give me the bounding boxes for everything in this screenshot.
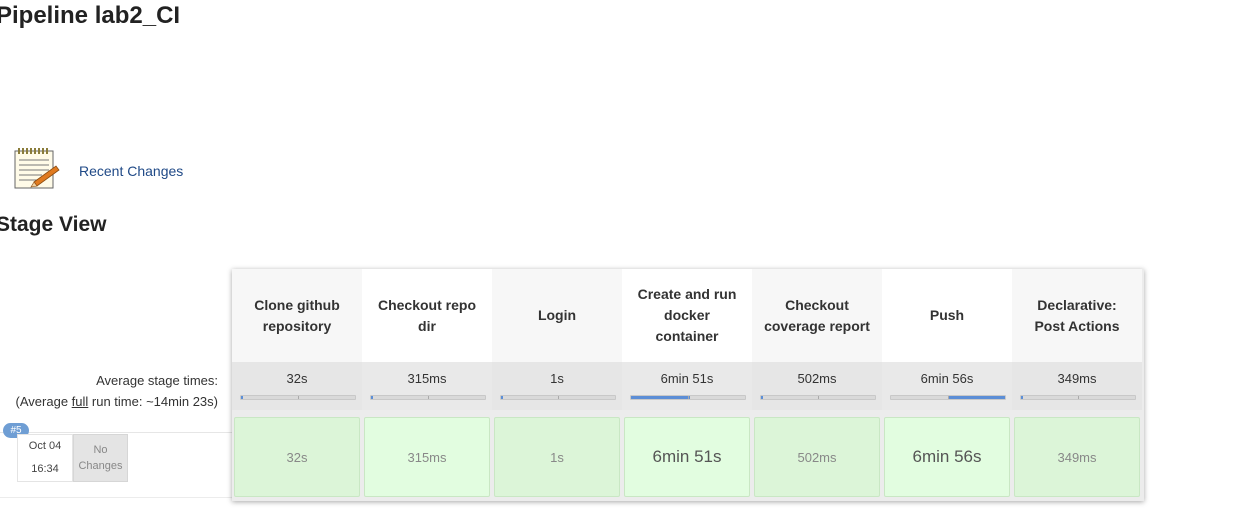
page-title: Pipeline lab2_CI [0, 2, 181, 29]
stage-average-bar-mid [298, 396, 299, 399]
stage-column: Push 6min 56s 6min 56s [882, 269, 1012, 501]
stage-column: Declarative: Post Actions 349ms 349ms [1012, 269, 1142, 501]
stage-column: Checkout repo dir 315ms 315ms [362, 269, 492, 501]
stage-run-cell[interactable]: 349ms [1014, 417, 1140, 497]
stage-average-bar-mid [428, 396, 429, 399]
stage-header: Checkout repo dir [362, 269, 492, 362]
stage-header: Push [882, 269, 1012, 362]
stage-header: Checkout coverage report [752, 269, 882, 362]
stage-run-cell[interactable]: 6min 51s [624, 417, 750, 497]
stage-run-cell[interactable]: 502ms [754, 417, 880, 497]
average-stage-times-label: Average stage times: (Average full run t… [0, 370, 218, 412]
stage-average-bar-mid [688, 396, 689, 399]
stage-run-cell[interactable]: 32s [234, 417, 360, 497]
stage-average: 315ms [362, 362, 492, 410]
stage-average-bar [760, 395, 876, 400]
stage-average: 6min 51s [622, 362, 752, 410]
stage-average: 32s [232, 362, 362, 410]
stage-average-bar-mid [948, 396, 949, 399]
stage-average-bar-fill [1021, 396, 1023, 399]
stage-header: Login [492, 269, 622, 362]
stage-run-cell[interactable]: 315ms [364, 417, 490, 497]
recent-changes-link[interactable]: Recent Changes [79, 163, 183, 179]
stage-average-time: 502ms [797, 371, 837, 386]
stage-view-table: Clone github repository 32s 32s Checkout… [232, 269, 1144, 501]
stage-average-bar [500, 395, 616, 400]
stage-average-bar [630, 395, 746, 400]
stage-average-bar-fill [501, 396, 503, 399]
stage-column: Create and run docker container 6min 51s… [622, 269, 752, 501]
stage-average-time: 315ms [407, 371, 447, 386]
stage-average: 502ms [752, 362, 882, 410]
build-changes[interactable]: No Changes [73, 434, 128, 482]
stage-average: 349ms [1012, 362, 1142, 410]
stage-average-time: 349ms [1057, 371, 1097, 386]
stage-header: Clone github repository [232, 269, 362, 362]
stage-average-bar [240, 395, 356, 400]
stage-run-cell[interactable]: 6min 56s [884, 417, 1010, 497]
stage-column: Login 1s 1s [492, 269, 622, 501]
full-link[interactable]: full [72, 394, 89, 409]
stage-average-bar-fill [948, 396, 1005, 399]
stage-average-bar-mid [818, 396, 819, 399]
build-row-divider-bottom [0, 497, 232, 498]
stage-header: Declarative: Post Actions [1012, 269, 1142, 362]
stage-view-title: Stage View [0, 213, 107, 236]
stage-average-time: 6min 51s [660, 371, 714, 386]
stage-average-bar-fill [241, 396, 243, 399]
stage-average-time: 6min 56s [920, 371, 974, 386]
build-date: Oct 04 [28, 440, 62, 452]
stage-column: Checkout coverage report 502ms 502ms [752, 269, 882, 501]
average-label-prefix: (Average [15, 394, 72, 409]
stage-average-bar [890, 395, 1006, 400]
stage-average-bar-fill [631, 396, 690, 399]
stage-average-bar-fill [761, 396, 763, 399]
stage-average-time: 32s [286, 371, 308, 386]
stage-average-bar-mid [558, 396, 559, 399]
build-time: 16:34 [31, 463, 59, 475]
build-changes-label: No Changes [78, 444, 123, 472]
stage-run-cell[interactable]: 1s [494, 417, 620, 497]
stage-average: 1s [492, 362, 622, 410]
average-label-suffix: run time: ~14min 23s) [88, 394, 218, 409]
average-label-line1: Average stage times: [96, 373, 218, 388]
stage-average-bar [370, 395, 486, 400]
build-row-divider [0, 432, 232, 433]
stage-average-bar [1020, 395, 1136, 400]
build-datetime[interactable]: Oct 04 16:34 [17, 434, 73, 482]
notepad-pencil-icon[interactable] [12, 146, 60, 192]
stage-average-bar-mid [1078, 396, 1079, 399]
stage-average-bar-fill [371, 396, 373, 399]
average-full-run-time: (Average full run time: ~14min 23s) [0, 391, 218, 412]
stage-header: Create and run docker container [622, 269, 752, 362]
stage-average: 6min 56s [882, 362, 1012, 410]
stage-average-time: 1s [550, 371, 564, 386]
stage-column: Clone github repository 32s 32s [232, 269, 362, 501]
